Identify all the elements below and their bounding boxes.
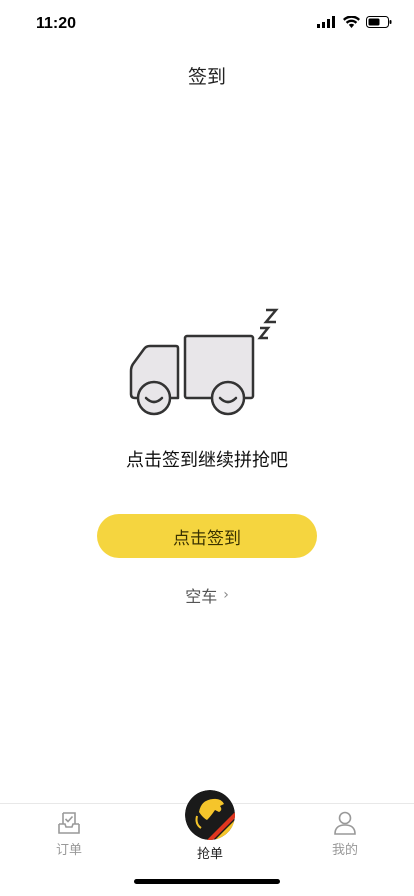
tab-mine-label: 我的 <box>331 843 358 858</box>
empty-truck-link[interactable]: 空车 › <box>0 583 414 607</box>
chevron-right-icon: › <box>223 587 229 603</box>
page-title: 签到 <box>187 66 226 88</box>
home-indicator <box>134 879 280 884</box>
empty-truck-label: 空车 <box>185 587 218 606</box>
tab-mine[interactable]: 我的 <box>305 810 385 858</box>
signal-icon <box>317 16 335 28</box>
tab-grab-label: 抢单 <box>196 847 223 862</box>
status-icons <box>317 16 392 28</box>
status-time: 11:20 <box>36 15 77 32</box>
sleeping-truck-icon <box>129 308 279 416</box>
battery-icon <box>366 16 392 28</box>
tab-grab[interactable]: 抢单 <box>170 790 250 862</box>
tab-orders-label: 订单 <box>55 843 82 858</box>
user-icon <box>334 811 356 835</box>
checkin-tip: 点击签到继续拼抢吧 <box>126 450 288 471</box>
order-inbox-icon <box>58 812 80 834</box>
horse-logo-icon <box>185 790 235 840</box>
tab-orders[interactable]: 订单 <box>29 810 109 858</box>
wifi-icon <box>343 16 360 28</box>
status-bar: 11:20 <box>0 0 414 48</box>
checkin-button[interactable]: 点击签到 <box>97 514 317 558</box>
